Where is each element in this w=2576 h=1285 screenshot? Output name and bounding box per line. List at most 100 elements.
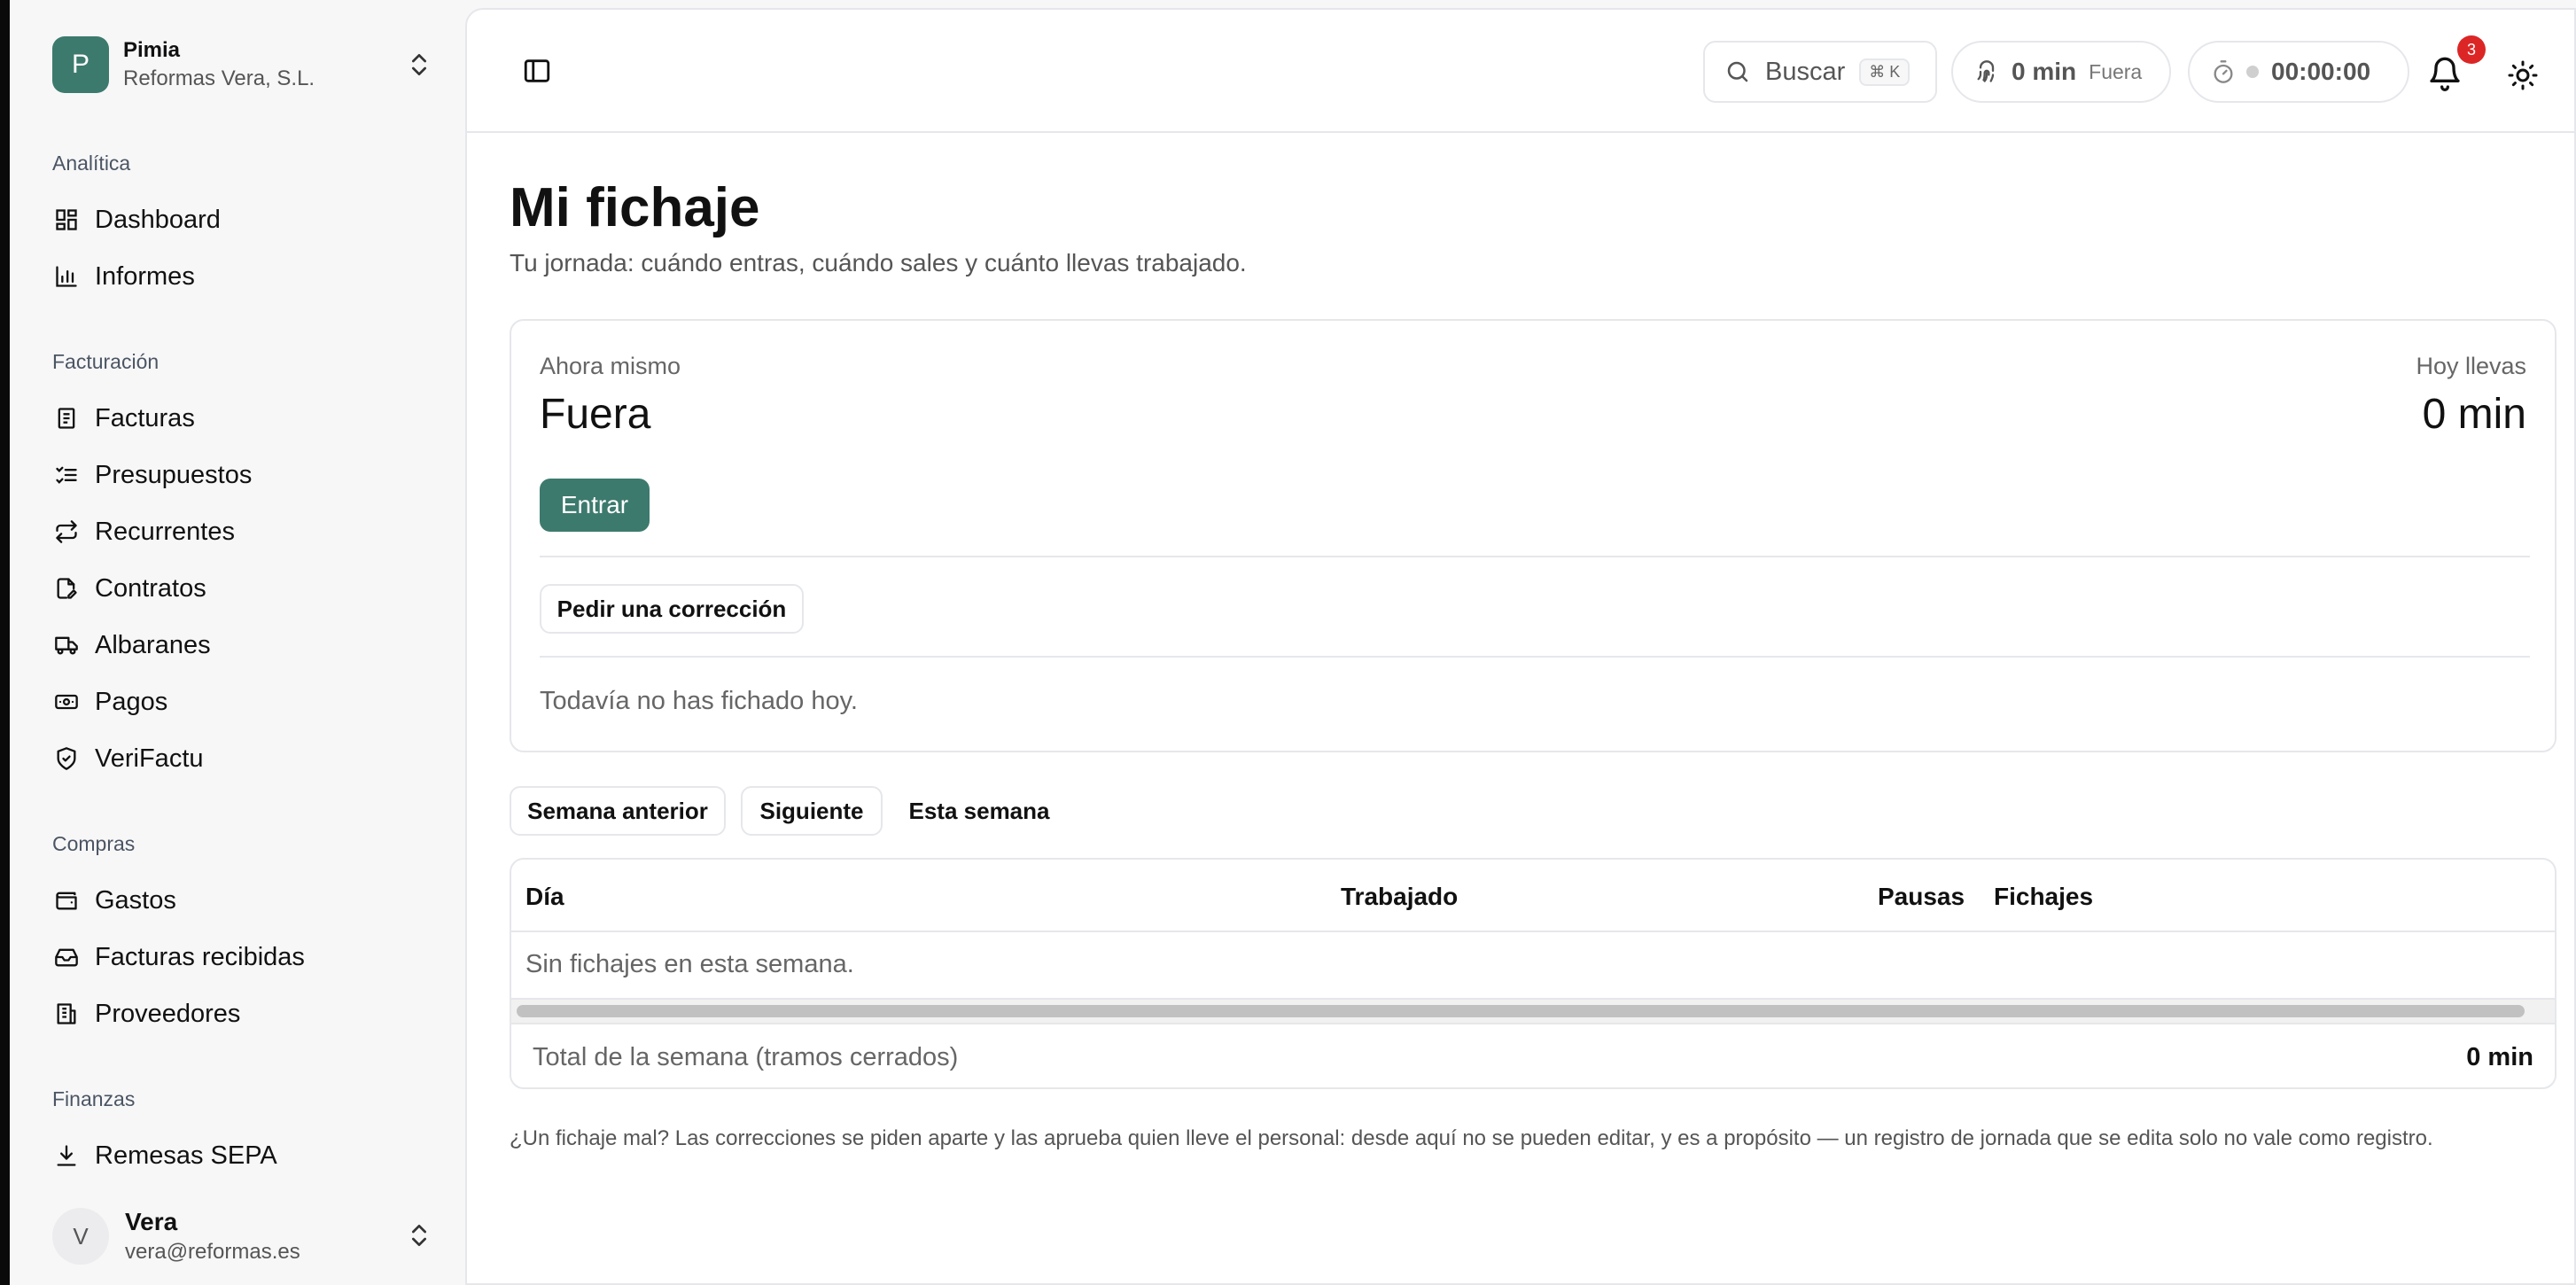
workspace-name: Pimia [123, 38, 181, 62]
chevrons-up-down-icon [412, 1225, 426, 1246]
bell-icon[interactable] [2427, 56, 2463, 91]
sidebar-item-label: VeriFactu [95, 744, 204, 773]
app-window: P Pimia Reformas Vera, S.L. Analítica Da… [10, 0, 2576, 1285]
week-table: Día Trabajado Pausas Fichajes Sin fichaj… [510, 858, 2557, 1089]
divider [511, 931, 2555, 932]
sidebar-item-recurrentes[interactable]: Recurrentes [52, 510, 433, 554]
sidebar-toggle-icon[interactable] [522, 56, 552, 86]
empty-week-message: Sin fichajes en esta semana. [525, 950, 854, 978]
search-shortcut: ⌘ K [1859, 58, 1911, 86]
column-header-fichajes: Fichajes [1994, 883, 2094, 910]
horizontal-scrollbar[interactable] [511, 1000, 2555, 1023]
truck-icon [52, 631, 81, 659]
search-button[interactable]: Buscar ⌘ K [1703, 41, 1937, 103]
user-name: Vera [125, 1208, 178, 1235]
receipt-icon [52, 404, 81, 432]
sidebar-item-proveedores[interactable]: Proveedores [52, 992, 433, 1036]
wallet-icon [52, 886, 81, 915]
download-icon [52, 1141, 81, 1170]
repeat-icon [52, 518, 81, 546]
user-email: vera@reformas.es [125, 1240, 300, 1264]
chevrons-up-down-icon [412, 54, 426, 75]
column-header-pausas: Pausas [1878, 883, 1965, 910]
inbox-icon [52, 943, 81, 971]
sidebar-item-albaranes[interactable]: Albaranes [52, 623, 433, 667]
clock-status-pill[interactable]: 0 min Fuera [1951, 41, 2171, 103]
divider [540, 656, 2530, 658]
sidebar-item-label: Informes [95, 261, 195, 291]
section-label-facturacion: Facturación [52, 350, 160, 373]
workspace-logo: P [52, 36, 109, 93]
column-header-dia: Día [525, 883, 564, 910]
sidebar-item-verifactu[interactable]: VeriFactu [52, 736, 433, 781]
sidebar-item-label: Contratos [95, 573, 206, 603]
sidebar-item-label: Facturas recibidas [95, 942, 305, 971]
sidebar-item-remesas-sepa[interactable]: Remesas SEPA [52, 1133, 433, 1178]
sidebar-item-label: Facturas [95, 403, 195, 432]
bar-chart-icon [52, 262, 81, 291]
next-week-button[interactable]: Siguiente [741, 786, 883, 836]
today-label: Hoy llevas [2416, 353, 2526, 379]
enter-button[interactable]: Entrar [540, 479, 650, 532]
sidebar-item-gastos[interactable]: Gastos [52, 878, 433, 923]
now-value: Fuera [540, 391, 651, 438]
dashboard-icon [52, 206, 81, 234]
topbar: Buscar ⌘ K 0 min Fuera 00:00:00 3 [467, 10, 2574, 133]
section-label-compras: Compras [52, 832, 136, 855]
banknote-icon [52, 688, 81, 716]
timer-status-dot [2246, 66, 2259, 78]
sidebar-item-label: Dashboard [95, 205, 221, 234]
sidebar: P Pimia Reformas Vera, S.L. Analítica Da… [10, 0, 465, 1285]
column-header-trabajado: Trabajado [1341, 883, 1459, 910]
sidebar-item-pagos[interactable]: Pagos [52, 680, 433, 724]
timer-pill[interactable]: 00:00:00 [2188, 41, 2409, 103]
search-icon [1727, 61, 1748, 82]
fingerprint-icon [1977, 60, 1995, 82]
page-subtitle: Tu jornada: cuándo entras, cuándo sales … [510, 249, 1247, 276]
sidebar-item-presupuestos[interactable]: Presupuestos [52, 453, 433, 497]
this-week-button[interactable]: Esta semana [898, 786, 1061, 836]
sidebar-item-facturas[interactable]: Facturas [52, 396, 433, 440]
week-total-value: 0 min [2466, 1043, 2533, 1071]
sidebar-item-label: Albaranes [95, 630, 211, 659]
shield-check-icon [52, 744, 81, 773]
previous-week-button[interactable]: Semana anterior [510, 786, 726, 836]
status-card: Ahora mismo Fuera Hoy llevas 0 min Entra… [510, 319, 2557, 752]
divider [540, 556, 2530, 557]
now-label: Ahora mismo [540, 353, 681, 379]
clock-state: Fuera [2089, 59, 2143, 83]
notification-badge: 3 [2457, 35, 2486, 64]
divider [511, 1023, 2555, 1024]
sidebar-item-informes[interactable]: Informes [52, 254, 433, 299]
workspace-switcher[interactable]: P Pimia Reformas Vera, S.L. [52, 34, 433, 96]
stopwatch-icon [2214, 60, 2233, 83]
list-check-icon [52, 461, 81, 489]
section-label-finanzas: Finanzas [52, 1087, 136, 1110]
clock-minutes: 0 min [2012, 58, 2077, 85]
workspace-company: Reformas Vera, S.L. [123, 66, 315, 90]
timer-value: 00:00:00 [2271, 58, 2371, 85]
sidebar-item-label: Pagos [95, 687, 168, 716]
empty-today-message: Todavía no has fichado hoy. [540, 687, 858, 715]
avatar: V [52, 1208, 109, 1265]
request-correction-button[interactable]: Pedir una corrección [540, 584, 804, 634]
file-pen-icon [52, 574, 81, 603]
today-value: 0 min [2422, 391, 2526, 438]
sidebar-item-label: Presupuestos [95, 460, 253, 489]
sun-icon[interactable] [2507, 59, 2539, 91]
page-title: Mi fichaje [510, 177, 760, 238]
section-label-analitica: Analítica [52, 152, 131, 175]
sidebar-item-label: Proveedores [95, 999, 241, 1028]
sidebar-item-label: Recurrentes [95, 517, 235, 546]
sidebar-item-contratos[interactable]: Contratos [52, 566, 433, 611]
sidebar-item-label: Remesas SEPA [95, 1141, 277, 1170]
search-label: Buscar [1765, 57, 1846, 86]
scrollbar-thumb[interactable] [517, 1005, 2525, 1017]
week-total-label: Total de la semana (tramos cerrados) [533, 1043, 959, 1071]
correction-note: ¿Un fichaje mal? Las correcciones se pid… [510, 1126, 2433, 1150]
sidebar-item-facturas-recibidas[interactable]: Facturas recibidas [52, 935, 433, 979]
building-icon [52, 1000, 81, 1028]
user-menu[interactable]: V Vera vera@reformas.es [52, 1203, 433, 1270]
main-panel: Buscar ⌘ K 0 min Fuera 00:00:00 3 Mi fic… [465, 8, 2576, 1285]
sidebar-item-dashboard[interactable]: Dashboard [52, 198, 433, 242]
